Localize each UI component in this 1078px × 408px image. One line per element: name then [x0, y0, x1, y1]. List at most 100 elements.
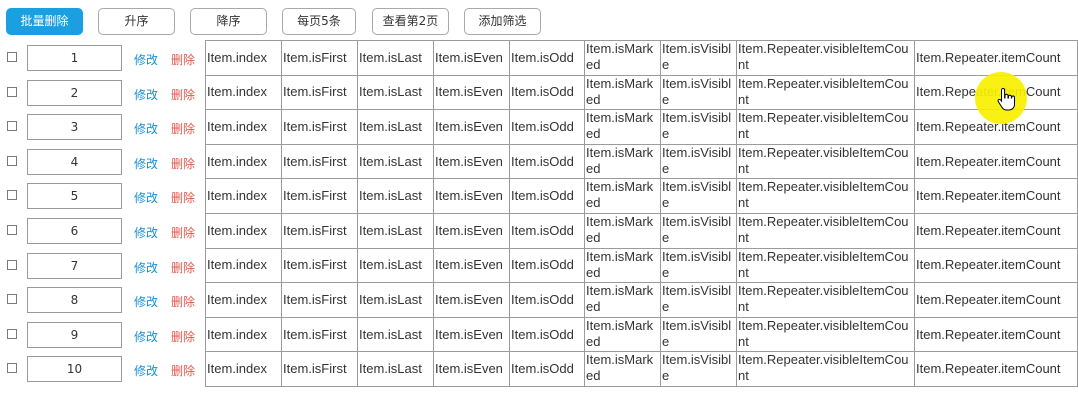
delete-link[interactable]: 删除 — [171, 224, 195, 241]
cell-visible-item-count: Item.Repeater.visibleItemCount — [736, 40, 915, 76]
toolbar: 批量删除 升序 降序 每页5条 查看第2页 添加筛选 — [0, 0, 1078, 40]
cell-isvisible: Item.isVisible — [660, 143, 737, 180]
edit-link[interactable]: 修改 — [134, 86, 158, 103]
table-row: 9 修改 删除 Item.index Item.isFirst Item.isLast It… — [0, 316, 1078, 353]
cell-iseven: Item.isEven — [433, 109, 510, 145]
table-row: 10 修改 删除 Item.index Item.isFirst Item.isLast I… — [0, 351, 1078, 387]
row-number-field[interactable]: 8 — [27, 287, 122, 314]
row-checkbox[interactable] — [7, 121, 17, 132]
cell-iseven: Item.isEven — [433, 40, 510, 76]
cell-index: Item.index — [205, 178, 282, 214]
cell-iseven: Item.isEven — [433, 316, 510, 353]
cell-isfirst: Item.isFirst — [281, 282, 358, 318]
cell-isfirst: Item.isFirst — [281, 40, 358, 76]
cell-isfirst: Item.isFirst — [281, 74, 358, 111]
cell-iseven: Item.isEven — [433, 247, 510, 284]
row-checkbox[interactable] — [7, 259, 17, 270]
add-filter-button[interactable]: 添加筛选 — [464, 8, 541, 35]
cell-islast: Item.isLast — [357, 351, 434, 387]
row-number-field[interactable]: 1 — [27, 45, 122, 71]
cell-visible-item-count: Item.Repeater.visibleItemCount — [736, 247, 915, 284]
cell-isfirst: Item.isFirst — [281, 351, 358, 387]
cell-visible-item-count: Item.Repeater.visibleItemCount — [736, 282, 915, 318]
cell-islast: Item.isLast — [357, 178, 434, 214]
view-page-2-button[interactable]: 查看第2页 — [372, 8, 449, 35]
cell-item-count: Item.Repeater.itemCount — [914, 178, 1078, 214]
row-checkbox[interactable] — [7, 86, 17, 97]
row-number-field[interactable]: 10 — [27, 356, 122, 383]
edit-link[interactable]: 修改 — [134, 224, 158, 241]
row-checkbox[interactable] — [7, 155, 17, 166]
cell-isodd: Item.isOdd — [509, 40, 585, 76]
cell-iseven: Item.isEven — [433, 74, 510, 111]
cell-islast: Item.isLast — [357, 109, 434, 145]
cell-ismarked: Item.isMarked — [584, 143, 661, 180]
page-size-button[interactable]: 每页5条 — [282, 8, 356, 35]
cell-islast: Item.isLast — [357, 74, 434, 111]
cell-ismarked: Item.isMarked — [584, 109, 661, 145]
table-row: 2 修改 删除 Item.index Item.isFirst Item.isLast It… — [0, 74, 1078, 111]
edit-link[interactable]: 修改 — [134, 51, 158, 68]
cell-islast: Item.isLast — [357, 282, 434, 318]
row-checkbox[interactable] — [7, 190, 17, 201]
edit-link[interactable]: 修改 — [134, 155, 158, 172]
cell-isodd: Item.isOdd — [509, 247, 585, 284]
edit-link[interactable]: 修改 — [134, 293, 158, 310]
row-number-field[interactable]: 5 — [27, 183, 122, 210]
delete-link[interactable]: 删除 — [171, 293, 195, 310]
cell-islast: Item.isLast — [357, 40, 434, 76]
cell-ismarked: Item.isMarked — [584, 351, 661, 387]
delete-link[interactable]: 删除 — [171, 51, 195, 68]
edit-link[interactable]: 修改 — [134, 120, 158, 137]
cell-isvisible: Item.isVisible — [660, 40, 737, 76]
row-number-field[interactable]: 2 — [27, 79, 122, 106]
cell-index: Item.index — [205, 282, 282, 318]
delete-link[interactable]: 删除 — [171, 86, 195, 103]
cell-isodd: Item.isOdd — [509, 178, 585, 214]
edit-link[interactable]: 修改 — [134, 328, 158, 345]
cell-index: Item.index — [205, 109, 282, 145]
cell-index: Item.index — [205, 316, 282, 353]
row-checkbox[interactable] — [7, 363, 17, 374]
edit-link[interactable]: 修改 — [134, 259, 158, 276]
row-checkbox[interactable] — [7, 328, 17, 339]
cell-isodd: Item.isOdd — [509, 351, 585, 387]
table-row: 6 修改 删除 Item.index Item.isFirst Item.isLast It… — [0, 213, 1078, 249]
cell-islast: Item.isLast — [357, 247, 434, 284]
row-checkbox[interactable] — [7, 294, 17, 305]
cell-index: Item.index — [205, 143, 282, 180]
cell-visible-item-count: Item.Repeater.visibleItemCount — [736, 74, 915, 111]
cell-isvisible: Item.isVisible — [660, 74, 737, 111]
cell-index: Item.index — [205, 213, 282, 249]
sort-descending-button[interactable]: 降序 — [190, 8, 267, 35]
row-number-field[interactable]: 6 — [27, 218, 122, 244]
cell-iseven: Item.isEven — [433, 282, 510, 318]
delete-link[interactable]: 删除 — [171, 259, 195, 276]
cell-ismarked: Item.isMarked — [584, 213, 661, 249]
cell-iseven: Item.isEven — [433, 178, 510, 214]
row-number-field[interactable]: 3 — [27, 114, 122, 141]
row-number-field[interactable]: 9 — [27, 321, 122, 348]
edit-link[interactable]: 修改 — [134, 189, 158, 206]
batch-delete-button[interactable]: 批量删除 — [6, 8, 83, 35]
cell-isfirst: Item.isFirst — [281, 213, 358, 249]
cell-visible-item-count: Item.Repeater.visibleItemCount — [736, 351, 915, 387]
row-number-field[interactable]: 7 — [27, 252, 122, 279]
cell-isodd: Item.isOdd — [509, 316, 585, 353]
row-number-field[interactable]: 4 — [27, 148, 122, 175]
cell-item-count: Item.Repeater.itemCount — [914, 282, 1078, 318]
row-checkbox[interactable] — [7, 225, 17, 235]
edit-link[interactable]: 修改 — [134, 362, 158, 379]
delete-link[interactable]: 删除 — [171, 120, 195, 137]
cell-item-count: Item.Repeater.itemCount — [914, 40, 1078, 76]
cell-iseven: Item.isEven — [433, 143, 510, 180]
cell-visible-item-count: Item.Repeater.visibleItemCount — [736, 143, 915, 180]
delete-link[interactable]: 删除 — [171, 155, 195, 172]
sort-ascending-button[interactable]: 升序 — [98, 8, 175, 35]
table-row: 8 修改 删除 Item.index Item.isFirst Item.isLast It… — [0, 282, 1078, 318]
delete-link[interactable]: 删除 — [171, 328, 195, 345]
cell-item-count: Item.Repeater.itemCount — [914, 316, 1078, 353]
delete-link[interactable]: 删除 — [171, 189, 195, 206]
delete-link[interactable]: 删除 — [171, 362, 195, 379]
row-checkbox[interactable] — [7, 52, 17, 62]
